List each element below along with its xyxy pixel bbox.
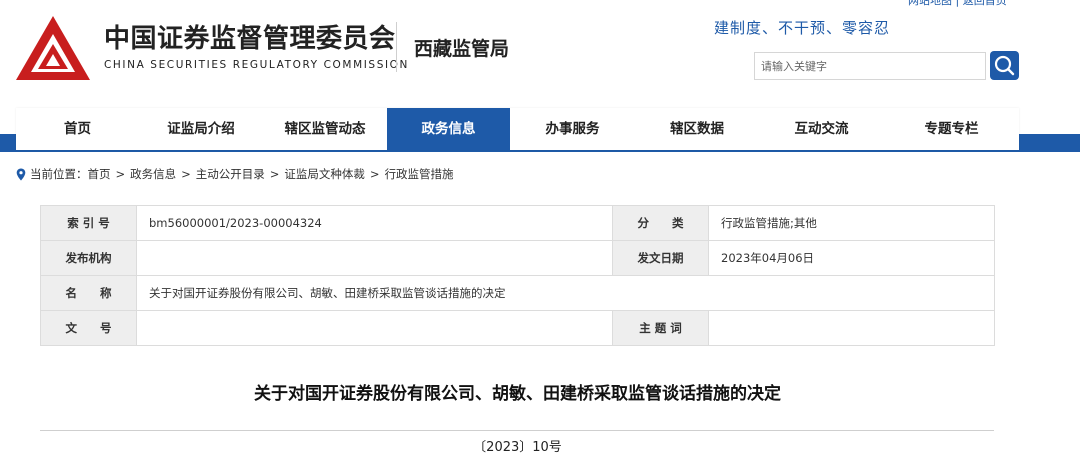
nav-item-data[interactable]: 辖区数据 <box>635 108 759 150</box>
table-row: 名 称 关于对国开证券股份有限公司、胡敏、田建桥采取监管谈话措施的决定 <box>40 275 995 311</box>
nav-item-home[interactable]: 首页 <box>16 108 139 150</box>
org-name-cn: 中国证券监督管理委员会 <box>104 24 396 54</box>
location-pin-icon <box>16 168 26 180</box>
breadcrumb: 当前位置： 首页 > 政务信息 > 主动公开目录 > 证监局文种体裁 > 行政监… <box>16 166 454 182</box>
table-row: 文 号 主 题 词 <box>40 310 995 346</box>
breadcrumb-gov-info[interactable]: 政务信息 <box>130 166 176 182</box>
breadcrumb-separator: > <box>369 167 380 181</box>
index-label: 索 引 号 <box>40 205 137 241</box>
header-divider <box>396 22 397 72</box>
docno-value <box>136 310 613 346</box>
document-number: 〔2023〕10号 <box>473 440 562 455</box>
category-value: 行政监管措施;其他 <box>708 205 995 241</box>
breadcrumb-admin-measures[interactable]: 行政监管措施 <box>385 166 454 182</box>
category-label: 分 类 <box>612 205 709 241</box>
date-value: 2023年04月06日 <box>708 240 995 276</box>
search-button[interactable] <box>990 51 1019 80</box>
breadcrumb-separator: > <box>115 167 126 181</box>
publisher-label: 发布机构 <box>40 240 137 276</box>
title-divider <box>40 430 994 431</box>
top-links[interactable]: 网站地图 | 返回首页 <box>908 0 1007 8</box>
date-label: 发文日期 <box>612 240 709 276</box>
search-icon <box>994 55 1015 76</box>
slogan: 建制度、不干预、零容忍 <box>714 19 891 37</box>
search-input[interactable] <box>755 53 985 79</box>
breadcrumb-separator: > <box>181 167 191 181</box>
publisher-value <box>136 240 613 276</box>
nav-item-interaction[interactable]: 互动交流 <box>759 108 884 150</box>
breadcrumb-prefix: 当前位置： <box>30 167 88 181</box>
csrc-logo[interactable] <box>14 14 92 82</box>
breadcrumb-public-catalog[interactable]: 主动公开目录 <box>196 166 265 182</box>
breadcrumb-home[interactable]: 首页 <box>88 166 111 182</box>
nav-item-special-topics[interactable]: 专题专栏 <box>884 108 1019 150</box>
subject-value <box>708 310 995 346</box>
document-meta-table: 索 引 号 bm56000001/2023-00004324 分 类 行政监管措… <box>40 205 995 346</box>
docno-label: 文 号 <box>40 310 137 346</box>
subject-label: 主 题 词 <box>612 310 709 346</box>
breadcrumb-doc-genre[interactable]: 证监局文种体裁 <box>284 166 365 182</box>
index-value: bm56000001/2023-00004324 <box>136 205 613 241</box>
search-box <box>754 52 986 80</box>
main-nav: 首页 证监局介绍 辖区监管动态 政务信息 办事服务 辖区数据 互动交流 专题专栏 <box>16 108 1019 150</box>
nav-item-supervision-news[interactable]: 辖区监管动态 <box>263 108 387 150</box>
name-label: 名 称 <box>40 275 137 311</box>
nav-item-bureau-intro[interactable]: 证监局介绍 <box>139 108 263 150</box>
table-row: 索 引 号 bm56000001/2023-00004324 分 类 行政监管措… <box>40 205 995 241</box>
site-header: 中国证券监督管理委员会 CHINA SECURITIES REGULATORY … <box>0 0 1080 108</box>
breadcrumb-separator: > <box>269 167 280 181</box>
org-name-en: CHINA SECURITIES REGULATORY COMMISSION <box>104 59 409 71</box>
name-value: 关于对国开证券股份有限公司、胡敏、田建桥采取监管谈话措施的决定 <box>136 275 995 311</box>
nav-item-services[interactable]: 办事服务 <box>510 108 635 150</box>
nav-item-gov-info[interactable]: 政务信息 <box>387 108 510 150</box>
bureau-name: 西藏监管局 <box>414 38 510 60</box>
document-title: 关于对国开证券股份有限公司、胡敏、田建桥采取监管谈话措施的决定 <box>254 384 781 404</box>
table-row: 发布机构 发文日期 2023年04月06日 <box>40 240 995 276</box>
